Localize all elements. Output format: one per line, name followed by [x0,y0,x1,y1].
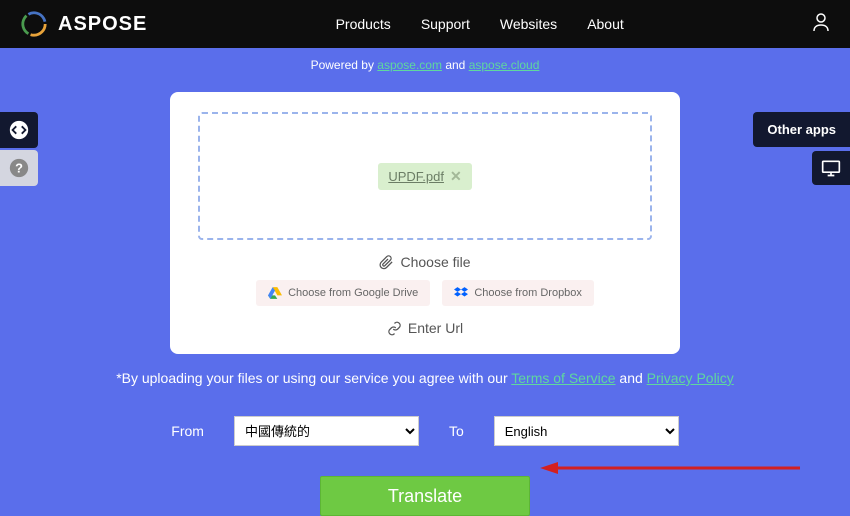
choose-file-button[interactable]: Choose file [198,254,652,270]
svg-text:?: ? [15,161,23,176]
left-sidebar: ? [0,112,38,188]
translate-button[interactable]: Translate [320,476,530,516]
choose-file-label: Choose file [400,254,470,270]
powered-prefix: Powered by [311,58,378,72]
to-language-select[interactable]: English [494,416,679,446]
right-sidebar: Other apps [753,112,850,185]
attachment-icon [379,255,394,270]
monitor-icon [821,159,841,177]
google-drive-button[interactable]: Choose from Google Drive [256,280,430,306]
help-icon: ? [8,157,30,179]
aspose-cloud-link[interactable]: aspose.cloud [469,58,540,72]
user-icon[interactable] [812,12,830,37]
language-row: From 中國傳統的 To English [0,416,850,446]
dropbox-label: Choose from Dropbox [474,287,582,299]
brand[interactable]: ASPOSE [20,10,147,38]
code-icon [8,119,30,141]
nav-websites[interactable]: Websites [500,16,557,32]
navbar: ASPOSE Products Support Websites About [0,0,850,48]
terms-mid: and [616,370,647,386]
enter-url-button[interactable]: Enter Url [198,320,652,336]
powered-mid: and [442,58,469,72]
nav-about[interactable]: About [587,16,624,32]
google-drive-icon [268,287,282,299]
upload-card: UPDF.pdf ✕ Choose file Choose from Googl… [170,92,680,354]
file-name[interactable]: UPDF.pdf [388,169,444,184]
desktop-button[interactable] [812,151,850,185]
nav-menu: Products Support Websites About [336,16,624,32]
privacy-policy-link[interactable]: Privacy Policy [647,370,734,386]
annotation-arrow [540,458,800,478]
cloud-row: Choose from Google Drive Choose from Dro… [198,280,652,306]
google-drive-label: Choose from Google Drive [288,287,418,299]
dropbox-button[interactable]: Choose from Dropbox [442,280,594,306]
from-label: From [171,423,204,439]
terms-prefix: *By uploading your files or using our se… [116,370,511,386]
nav-products[interactable]: Products [336,16,391,32]
file-badge: UPDF.pdf ✕ [378,163,471,190]
dropzone[interactable]: UPDF.pdf ✕ [198,112,652,240]
remove-file-icon[interactable]: ✕ [450,168,462,185]
terms-text: *By uploading your files or using our se… [0,370,850,386]
from-language-select[interactable]: 中國傳統的 [234,416,419,446]
powered-by: Powered by aspose.com and aspose.cloud [0,48,850,82]
logo-icon [20,10,48,38]
aspose-com-link[interactable]: aspose.com [377,58,442,72]
link-icon [387,321,402,336]
nav-support[interactable]: Support [421,16,470,32]
brand-text: ASPOSE [58,13,147,36]
other-apps-button[interactable]: Other apps [753,112,850,147]
help-button[interactable]: ? [0,150,38,186]
enter-url-label: Enter Url [408,320,463,336]
terms-of-service-link[interactable]: Terms of Service [511,370,615,386]
dropbox-icon [454,287,468,299]
to-label: To [449,423,464,439]
code-button[interactable] [0,112,38,148]
